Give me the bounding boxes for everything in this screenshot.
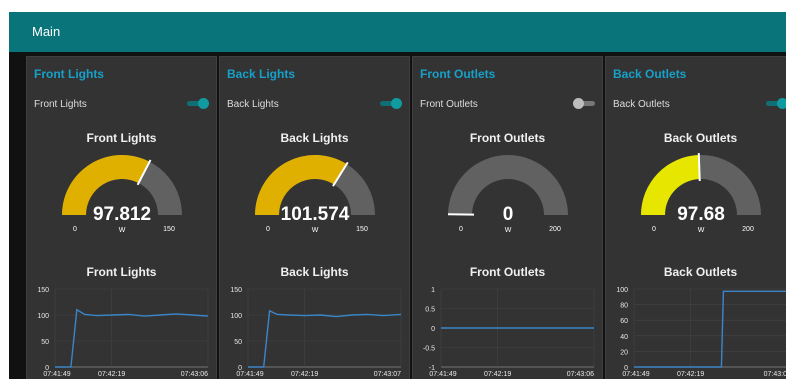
chart-y-tick-label: 60	[620, 318, 628, 325]
chart-y-tick-label: 50	[234, 339, 242, 346]
chart-y-tick-label: 100	[230, 313, 242, 320]
chart-title: Back Lights	[280, 265, 349, 279]
chart-x-tick-label: 07:43:06	[567, 371, 594, 378]
chart-y-tick-label: 100	[37, 313, 49, 320]
dashboard: Main Front Lights Front Lights Front Lig…	[9, 12, 786, 379]
gauge-min-label: 0	[266, 226, 270, 233]
chart-y-tick-label: 0.5	[425, 307, 435, 314]
chart-series-line	[248, 309, 402, 368]
top-bar: Main	[9, 12, 786, 52]
chart-y-tick-label: 100	[616, 287, 628, 294]
chart-y-tick-label: 0	[431, 326, 435, 333]
chart-y-tick-label: 40	[620, 334, 628, 341]
toggle-switch[interactable]	[573, 98, 595, 109]
gauge-title: Front Lights	[86, 131, 157, 145]
switch-label: Front Lights	[34, 99, 87, 110]
switch-knob	[777, 98, 786, 109]
panel-front-lights: Front Lights Front Lights Front Lights 9…	[26, 56, 217, 379]
toggle-switch[interactable]	[766, 98, 786, 109]
chart-y-tick-label: 80	[620, 303, 628, 310]
chart-x-tick-label: 07:41:49	[622, 371, 649, 378]
gauge-max-label: 200	[549, 226, 561, 233]
switch-label: Back Outlets	[613, 99, 670, 110]
gauge-title: Back Lights	[280, 131, 349, 145]
gauge-unit: W	[119, 227, 126, 233]
power-line-chart: 10.50-0.5-107:41:49 07:42:19 07:43:06	[423, 287, 595, 378]
gauge-title: Back Outlets	[663, 131, 738, 145]
panel-front-outlets: Front Outlets Front Outlets Front Outlet…	[412, 56, 603, 379]
gauge-max-label: 200	[742, 226, 754, 233]
power-gauge: 97.812 0 W 150	[62, 154, 182, 233]
panel-title: Front Outlets	[420, 67, 496, 81]
chart-y-tick-label: 20	[620, 349, 628, 356]
toggle-switch[interactable]	[380, 98, 402, 109]
switch-knob	[391, 98, 402, 109]
chart-series-line	[634, 290, 786, 368]
panel-title: Front Lights	[34, 67, 104, 81]
chart-x-tick-label: 07:42:19	[484, 371, 511, 378]
switch-knob	[198, 98, 209, 109]
gauge-min-label: 0	[652, 226, 656, 233]
panel-back-lights: Back Lights Back Lights Back Lights 101.…	[219, 56, 410, 379]
tab-title[interactable]: Main	[32, 24, 60, 39]
gauge-value: 97.812	[93, 204, 151, 225]
chart-title: Front Lights	[86, 265, 157, 279]
gauge-max-label: 150	[356, 226, 368, 233]
chart-series-line	[55, 308, 209, 368]
chart-x-tick-label: 07:41:49	[429, 371, 456, 378]
chart-x-tick-label: 07:42:19	[291, 371, 318, 378]
chart-x-tick-label: 07:42:19	[98, 371, 125, 378]
chart-x-tick-label: 07:43:07	[374, 371, 401, 378]
chart-title: Back Outlets	[663, 265, 738, 279]
chart-x-tick-label: 07:41:49	[236, 371, 263, 378]
switch-knob	[573, 98, 584, 109]
panel-title: Back Lights	[227, 67, 296, 81]
panel-back-outlets: Back Outlets Back Outlets Back Outlets 9…	[605, 56, 786, 379]
gauge-min-label: 0	[459, 226, 463, 233]
gauge-value: 101.574	[281, 204, 350, 225]
chart-x-tick-label: 07:43:0	[764, 371, 786, 378]
toggle-switch[interactable]	[187, 98, 209, 109]
chart-x-tick-label: 07:43:06	[181, 371, 208, 378]
chart-y-tick-label: -0.5	[423, 346, 435, 353]
gauge-min-label: 0	[73, 226, 77, 233]
chart-y-tick-label: 150	[37, 287, 49, 294]
gauge-unit: W	[698, 227, 705, 233]
chart-title: Front Outlets	[469, 265, 546, 279]
switch-label: Back Lights	[227, 99, 279, 110]
gauge-unit: W	[505, 227, 512, 233]
chart-y-tick-label: 50	[41, 339, 49, 346]
chart-x-tick-label: 07:42:19	[677, 371, 704, 378]
panel-title: Back Outlets	[613, 67, 687, 81]
gauge-max-label: 150	[163, 226, 175, 233]
power-line-chart: 10080604020007:41:49 07:42:19 07:43:0	[616, 287, 786, 378]
chart-y-tick-label: 1	[431, 287, 435, 294]
gauge-needle	[697, 153, 701, 182]
gauge-value: 97.68	[677, 204, 725, 225]
chart-x-tick-label: 07:41:49	[43, 371, 70, 378]
power-line-chart: 15010050007:41:49 07:42:19 07:43:06	[37, 287, 209, 378]
gauge-unit: W	[312, 227, 319, 233]
power-gauge: 97.68 0 W 200	[641, 153, 761, 233]
power-line-chart: 15010050007:41:49 07:42:19 07:43:07	[230, 287, 402, 378]
gauge-title: Front Outlets	[469, 131, 546, 145]
power-gauge: 0 0 W 200	[448, 155, 568, 233]
gauge-value: 0	[503, 204, 514, 225]
switch-label: Front Outlets	[420, 99, 478, 110]
power-gauge: 101.574 0 W 150	[255, 155, 375, 233]
chart-y-tick-label: 150	[230, 287, 242, 294]
